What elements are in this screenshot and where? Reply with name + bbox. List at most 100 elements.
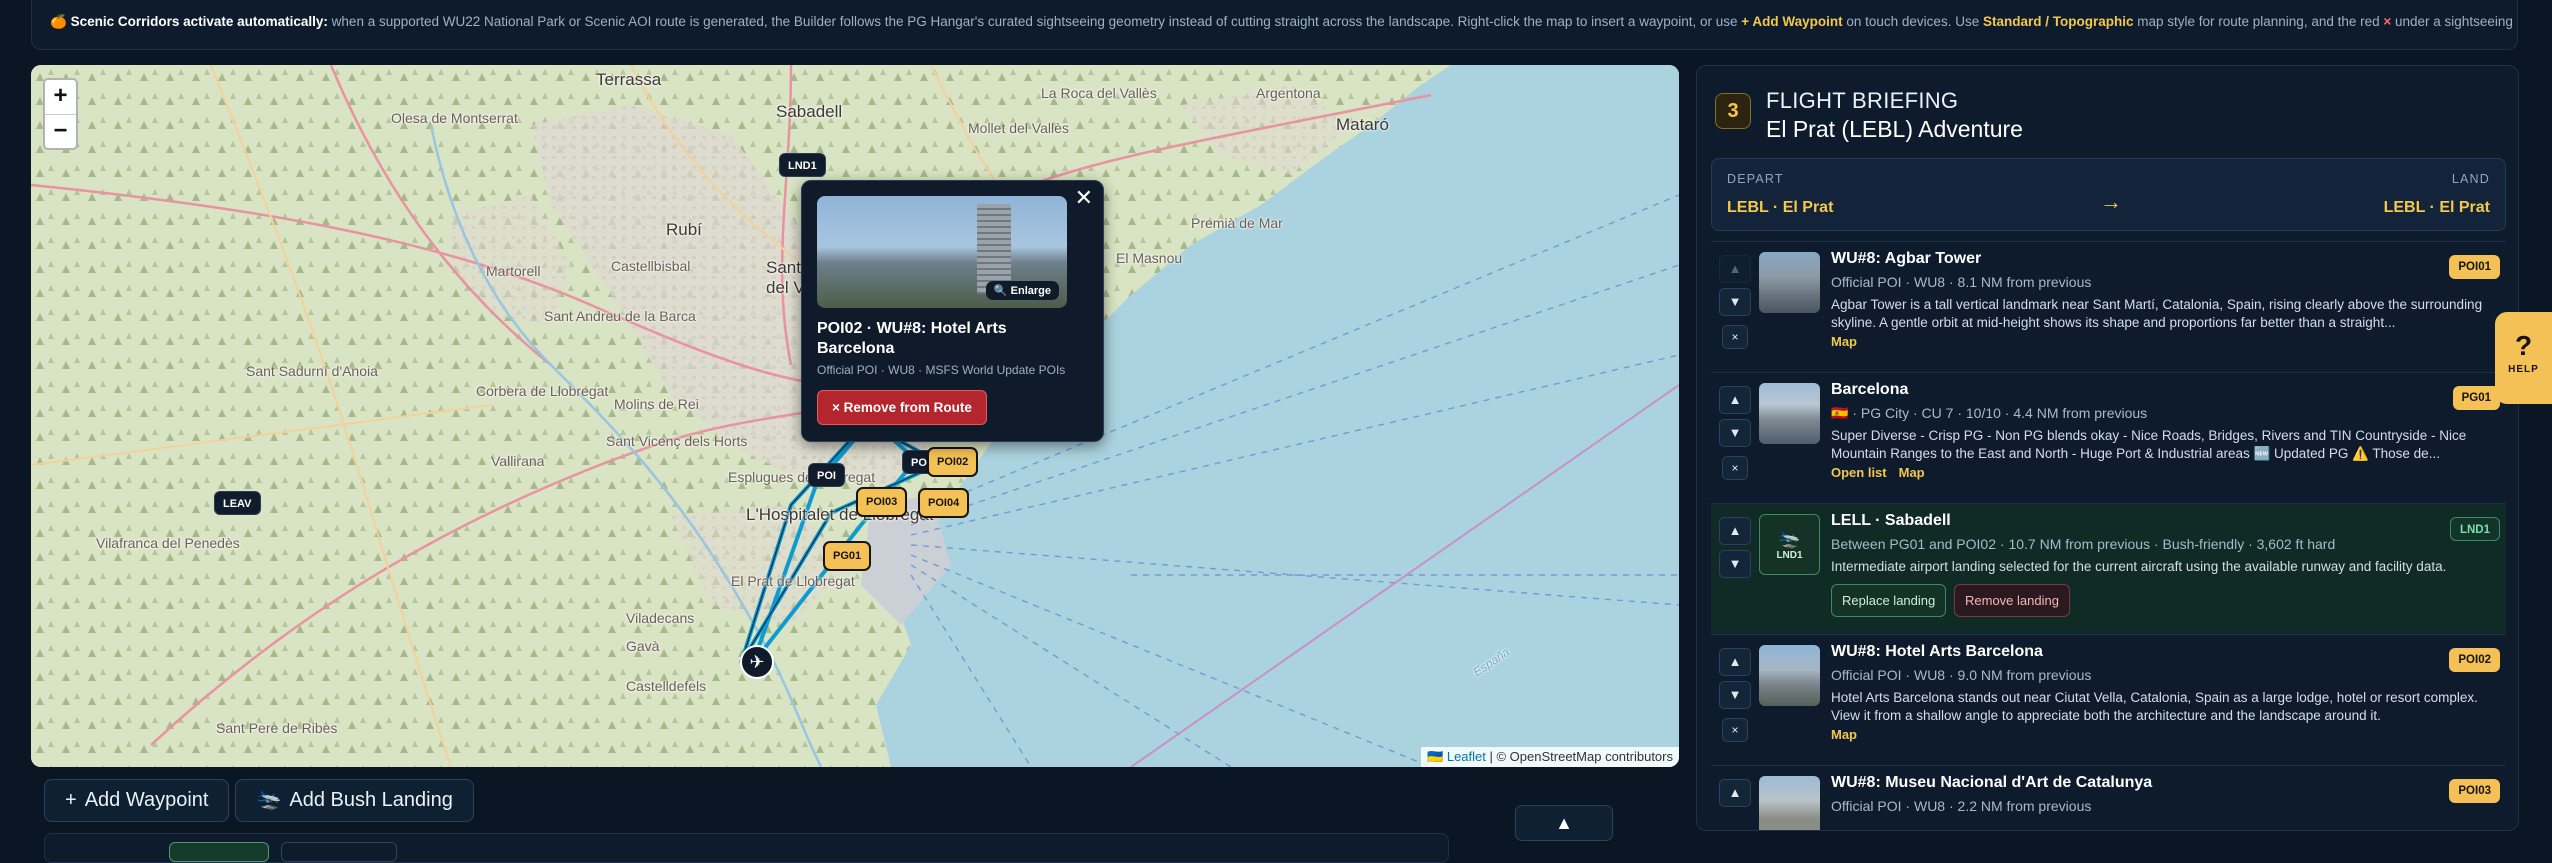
place-sabadell: Sabadell: [776, 102, 843, 121]
remove-from-route-button[interactable]: × Remove from Route: [817, 390, 987, 425]
marker-leav[interactable]: LEAV: [214, 491, 261, 515]
place-esplugues: Esplugues de Llobregat: [728, 469, 876, 485]
place-argentona: Argentona: [1256, 85, 1321, 101]
map-link[interactable]: Map: [1899, 465, 1925, 480]
item-badge: POI01: [2449, 255, 2500, 279]
popup-title: POI02 · WU#8: Hotel Arts Barcelona: [817, 320, 1007, 357]
panel-title: El Prat (LEBL) Adventure: [1766, 116, 2023, 142]
move-down-button[interactable]: ▼: [1719, 681, 1751, 709]
poi-popup: ✕ 🔍 Enlarge POI02 · WU#8: Hotel Arts Bar…: [801, 180, 1104, 442]
help-tab[interactable]: ? HELP: [2495, 312, 2552, 404]
route-item-landing[interactable]: ▲ ▼ 🛬 LND1 LELL · Sabadell Between PG01 …: [1711, 503, 2506, 634]
remove-item-button[interactable]: ×: [1722, 456, 1748, 480]
depart-label: DEPART: [1727, 172, 1784, 186]
zoom-out-button[interactable]: −: [45, 114, 76, 148]
notice-add-waypoint: + Add Waypoint: [1741, 14, 1843, 29]
move-up-button[interactable]: ▲: [1719, 517, 1751, 545]
notice-text-4: under a sightseeing point to remove it s…: [2395, 14, 2517, 29]
move-up-button[interactable]: ▲: [1719, 255, 1751, 283]
marker-lnd1[interactable]: LND1: [779, 153, 826, 177]
item-links: Map: [1831, 727, 1869, 742]
airport-plane-icon[interactable]: ✈: [740, 645, 774, 679]
place-vallirana: Vallirana: [491, 453, 545, 469]
place-sant-sadurni: Sant Sadurní d'Anoia: [246, 363, 378, 379]
place-gava: Gavà: [626, 638, 660, 654]
item-name: WU#8: Agbar Tower: [1831, 250, 1982, 267]
marker-pg01[interactable]: PG01: [823, 541, 872, 571]
depart-value: LEBL · El Prat: [1727, 199, 1834, 216]
open-list-link[interactable]: Open list: [1831, 465, 1887, 480]
place-mataro: Mataró: [1336, 115, 1389, 134]
arrow-right-icon: →: [2100, 189, 2122, 214]
route-item[interactable]: ▲ ▼ × Barcelona 🇪🇸 · PG City · CU 7 · 10…: [1711, 372, 2506, 503]
item-badge: POI02: [2449, 648, 2500, 672]
route-item[interactable]: ▲ ▼ × WU#8: Agbar Tower Official POI · W…: [1711, 241, 2506, 372]
place-sant-pere: Sant Pere de Ribes: [216, 720, 338, 736]
map-link[interactable]: Map: [1831, 727, 1857, 742]
collapse-button[interactable]: ▲: [1515, 805, 1613, 841]
route-item[interactable]: ▲ ▼ × WU#8: Hotel Arts Barcelona Officia…: [1711, 634, 2506, 765]
map-link[interactable]: Map: [1831, 334, 1857, 349]
move-up-button[interactable]: ▲: [1719, 648, 1751, 676]
item-photo[interactable]: [1759, 776, 1820, 830]
ukraine-flag-icon: 🇺🇦: [1427, 749, 1444, 764]
flight-briefing-panel: 3 FLIGHT BRIEFING El Prat (LEBL) Adventu…: [1696, 65, 2519, 831]
zoom-control: + −: [43, 78, 78, 150]
remove-landing-button[interactable]: Remove landing: [1954, 584, 2070, 617]
add-waypoint-button[interactable]: + Add Waypoint: [44, 779, 230, 822]
item-badge: POI03: [2449, 779, 2500, 803]
popup-photo[interactable]: 🔍 Enlarge: [817, 196, 1067, 308]
marker-poi04[interactable]: POI04: [918, 488, 970, 518]
step-number: 3: [1715, 93, 1751, 129]
item-badge: LND1: [2449, 517, 2500, 541]
place-premia: Premià de Mar: [1191, 215, 1283, 231]
route-item[interactable]: ▲ WU#8: Museu Nacional d'Art de Cataluny…: [1711, 765, 2506, 830]
replace-landing-button[interactable]: Replace landing: [1831, 584, 1947, 617]
notice-lead: Scenic Corridors activate automatically:: [70, 14, 328, 29]
leaflet-link[interactable]: Leaflet: [1447, 749, 1486, 764]
zoom-in-button[interactable]: +: [45, 80, 76, 114]
route-map[interactable]: Terrassa Sabadell Mataró Olesa de Montse…: [31, 65, 1679, 767]
item-meta: Official POI · WU8 · 8.1 NM from previou…: [1831, 274, 2092, 290]
item-photo[interactable]: [1759, 645, 1820, 706]
land-label: LAND: [2451, 172, 2490, 186]
place-molins: Molins de Rei: [614, 396, 699, 412]
place-vilafranca: Vilafranca del Penedès: [96, 535, 240, 551]
move-up-button[interactable]: ▲: [1719, 386, 1751, 414]
marker-poi02[interactable]: POI02: [927, 447, 979, 477]
item-description: Agbar Tower is a tall vertical landmark …: [1831, 297, 2483, 330]
move-up-button[interactable]: ▲: [1719, 779, 1751, 807]
remove-item-button[interactable]: ×: [1722, 325, 1748, 349]
notice-text-2: on touch devices. Use: [1842, 14, 1983, 29]
move-down-button[interactable]: ▼: [1719, 550, 1751, 578]
popup-close-icon[interactable]: ✕: [1075, 185, 1093, 211]
remove-item-button[interactable]: ×: [1722, 718, 1748, 742]
osm-attribution: | © OpenStreetMap contributors: [1485, 749, 1674, 764]
notice-text-1: when a supported WU22 National Park or S…: [327, 14, 1742, 29]
popup-meta: Official POI · WU8 · MSFS World Update P…: [817, 363, 1066, 377]
toolbar-tab[interactable]: [281, 842, 397, 862]
bottom-toolbar: [44, 833, 1449, 863]
item-name: Barcelona: [1831, 381, 1909, 398]
add-waypoint-label: Add Waypoint: [84, 789, 209, 811]
move-down-button[interactable]: ▼: [1719, 288, 1751, 316]
add-bush-landing-label: Add Bush Landing: [289, 789, 453, 811]
marker-poi[interactable]: POI: [808, 463, 845, 487]
add-bush-landing-button[interactable]: 🛬 Add Bush Landing: [235, 779, 474, 822]
place-el-masnou: El Masnou: [1116, 250, 1183, 266]
item-photo[interactable]: [1759, 252, 1820, 313]
item-photo[interactable]: [1759, 383, 1820, 444]
landing-icon: 🛬: [256, 789, 282, 811]
enlarge-button[interactable]: 🔍 Enlarge: [985, 281, 1059, 300]
place-corbera: Corbera de Llobregat: [476, 383, 609, 399]
place-viladecans: Viladecans: [626, 610, 695, 626]
place-roca: La Roca del Vallès: [1041, 85, 1157, 101]
place-martorell: Martorell: [486, 263, 541, 279]
marker-poi03[interactable]: POI03: [856, 487, 908, 517]
plus-icon: +: [65, 789, 77, 811]
place-sant-vicenc: Sant Vicenç dels Horts: [606, 433, 748, 449]
toolbar-tab-active[interactable]: [169, 842, 269, 862]
move-down-button[interactable]: ▼: [1719, 419, 1751, 447]
place-olesa: Olesa de Montserrat: [391, 110, 518, 126]
depart-land-box: DEPART LEBL · El Prat → LAND LEBL · El P…: [1711, 158, 2506, 231]
